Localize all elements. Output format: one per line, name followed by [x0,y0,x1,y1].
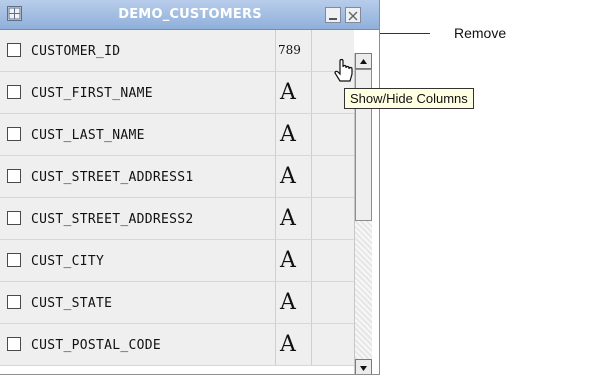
callout-line [380,33,430,34]
panel-title: DEMO_CUSTOMERS [118,7,262,22]
text-type-icon: A [280,80,296,105]
grid-icon[interactable] [7,6,22,21]
column-checkbox[interactable] [7,127,21,141]
type-cell: A [275,282,312,323]
text-type-icon: A [280,332,296,357]
column-row: CUST_STREET_ADDRESS1 A [0,156,354,198]
column-name: CUST_FIRST_NAME [31,86,153,101]
minimize-button[interactable] [325,7,341,23]
column-row: CUST_LAST_NAME A [0,114,354,156]
close-button[interactable] [345,7,361,23]
column-name: CUST_STREET_ADDRESS1 [31,170,194,185]
type-cell: A [275,198,312,239]
text-type-icon: A [280,248,296,273]
hand-cursor-icon [332,58,356,90]
column-name: CUSTOMER_ID [31,44,121,59]
column-checkbox[interactable] [7,43,21,57]
type-cell: A [275,240,312,281]
column-row: CUST_FIRST_NAME A [0,72,354,114]
text-type-icon: A [280,290,296,315]
text-type-icon: A [280,164,296,189]
column-checkbox[interactable] [7,85,21,99]
text-type-icon: A [280,122,296,147]
column-name: CUST_STATE [31,296,113,311]
close-icon [348,11,358,21]
scroll-up-icon [360,59,367,64]
column-name: CUST_STREET_ADDRESS2 [31,212,194,227]
column-checkbox[interactable] [7,211,21,225]
column-checkbox[interactable] [7,295,21,309]
column-name: CUST_LAST_NAME [31,128,145,143]
scroll-down-icon [360,366,367,371]
minimize-icon [329,18,337,20]
column-row: CUSTOMER_ID 789 [0,30,354,72]
type-cell: A [275,324,312,365]
remove-callout-label: Remove [454,25,507,41]
tooltip: Show/Hide Columns [344,88,474,109]
panel-header: DEMO_CUSTOMERS [0,0,379,30]
type-cell: 789 [275,30,312,71]
scroll-up-button[interactable] [355,53,372,69]
column-row: CUST_POSTAL_CODE A [0,324,354,366]
column-name: CUST_CITY [31,254,105,269]
scroll-down-button[interactable] [355,359,372,374]
column-row: CUST_STREET_ADDRESS2 A [0,198,354,240]
column-row: CUST_STATE A [0,282,354,324]
type-cell: A [275,156,312,197]
column-checkbox[interactable] [7,253,21,267]
column-list: CUSTOMER_ID 789 CUST_FIRST_NAME A CUST_L… [0,30,354,366]
column-row: CUST_CITY A [0,240,354,282]
column-checkbox[interactable] [7,337,21,351]
column-checkbox[interactable] [7,169,21,183]
type-cell: A [275,114,312,155]
type-cell: A [275,72,312,113]
numeric-type-icon: 789 [278,43,301,57]
text-type-icon: A [280,206,296,231]
table-panel: DEMO_CUSTOMERS CUSTOMER_ID 789 CUST_FIRS… [0,0,380,375]
column-name: CUST_POSTAL_CODE [31,338,162,353]
